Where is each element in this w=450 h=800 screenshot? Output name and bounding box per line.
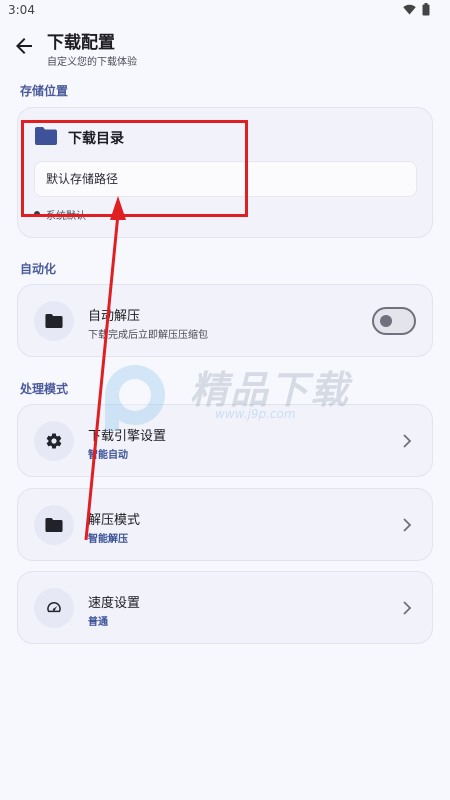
extract-mode-value: 智能解压 <box>88 534 128 545</box>
processing-item-speed[interactable]: 速度设置 普通 <box>17 571 433 644</box>
chevron-right-icon <box>403 518 412 532</box>
auto-extract-title: 自动解压 <box>88 309 141 324</box>
section-label-processing: 处理模式 <box>20 382 69 396</box>
toggle-knob <box>380 315 392 327</box>
engine-icon-circle <box>34 421 74 461</box>
auto-extract-row[interactable]: 自动解压 下载完成后立即解压压缩包 <box>17 284 433 357</box>
speed-settings-value: 普通 <box>88 617 108 628</box>
folder-icon <box>35 127 57 145</box>
battery-icon <box>422 3 430 16</box>
auto-extract-description: 下载完成后立即解压压缩包 <box>88 330 208 341</box>
speedometer-icon <box>47 602 61 613</box>
folder-icon <box>45 518 63 532</box>
engine-settings-value: 智能自动 <box>88 450 128 461</box>
wifi-icon <box>403 4 416 15</box>
download-path-input[interactable] <box>34 161 417 197</box>
section-label-automation: 自动化 <box>20 262 57 276</box>
source-indicator-dot <box>34 211 40 217</box>
engine-settings-title: 下载引擎设置 <box>88 429 167 444</box>
processing-item-engine[interactable]: 下载引擎设置 智能自动 <box>17 404 433 477</box>
gear-icon <box>46 433 62 449</box>
status-bar: 3:04 <box>0 0 450 22</box>
status-time: 3:04 <box>8 3 35 17</box>
chevron-right-icon <box>403 434 412 448</box>
back-arrow-icon[interactable] <box>12 34 36 58</box>
chevron-right-icon <box>403 601 412 615</box>
extract-icon-circle <box>34 505 74 545</box>
download-directory-title: 下载目录 <box>68 131 124 147</box>
extract-mode-title: 解压模式 <box>88 513 141 528</box>
page-subtitle: 自定义您的下载体验 <box>47 57 137 68</box>
page-title: 下载配置 <box>47 33 115 53</box>
section-label-storage: 存储位置 <box>20 84 69 98</box>
speed-icon-circle <box>34 588 74 628</box>
status-icons <box>403 3 430 16</box>
path-source-label: 系统默认 <box>46 211 86 222</box>
folder-icon <box>45 314 63 328</box>
app-header: 下载配置 自定义您的下载体验 <box>0 24 450 74</box>
storage-card: 下载目录 系统默认 <box>17 107 433 238</box>
auto-extract-icon-circle <box>34 301 74 341</box>
speed-settings-title: 速度设置 <box>88 596 141 611</box>
auto-extract-toggle[interactable] <box>372 307 416 335</box>
processing-item-extract[interactable]: 解压模式 智能解压 <box>17 488 433 561</box>
